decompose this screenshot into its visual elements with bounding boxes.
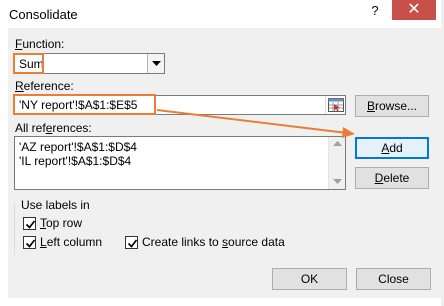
annotation-arrow	[156, 109, 355, 138]
consolidate-dialog: Consolidate ? ✕ Function: Sum Reference:…	[0, 0, 444, 306]
